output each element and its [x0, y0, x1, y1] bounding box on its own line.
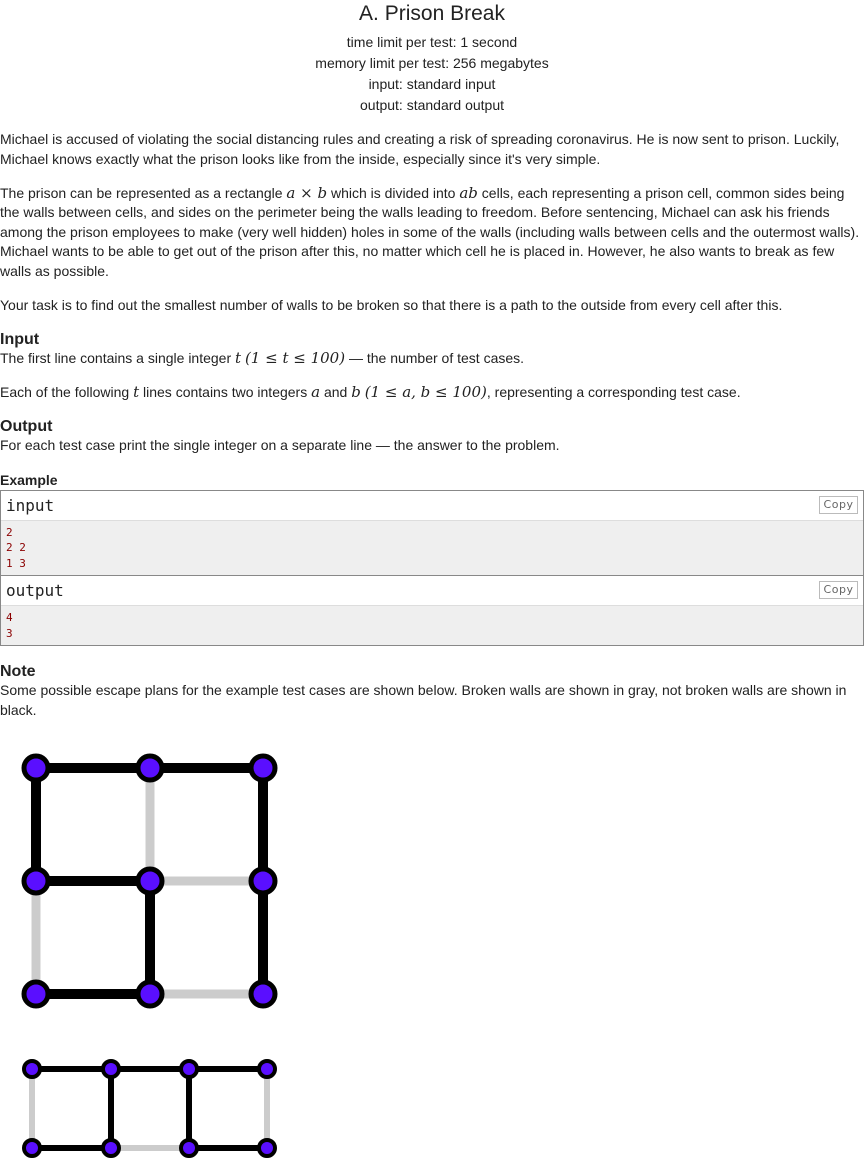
input-line-2: Each of the following t lines contains t… — [0, 383, 864, 403]
input-text: and — [320, 384, 352, 401]
input-section-title: Input — [0, 331, 40, 349]
math-formula: ab — [459, 183, 478, 202]
note-title: Note — [0, 663, 36, 681]
sample-input-body[interactable]: 2 2 2 1 3 — [1, 519, 863, 576]
note-text: Some possible escape plans for the examp… — [0, 682, 847, 718]
grid-vertex — [21, 753, 51, 783]
sample-output-header: output Copy — [1, 576, 863, 606]
input-text: Each of the following — [0, 384, 134, 401]
problem-limits: time limit per test: 1 second memory lim… — [0, 32, 864, 116]
sample-output-body[interactable]: 4 3 — [1, 605, 863, 646]
grid-vertex — [101, 1058, 121, 1079]
problem-header: A. Prison Break time limit per test: 1 s… — [0, 0, 864, 116]
escape-plan-1x3-diagram — [22, 1058, 277, 1158]
copy-output-button[interactable]: Copy — [819, 581, 858, 600]
output-section-title: Output — [0, 418, 53, 436]
sample-input-header: input Copy — [1, 490, 863, 520]
grid-vertex — [135, 753, 165, 783]
escape-plan-2x2-diagram — [21, 753, 278, 1009]
grid-vertex — [248, 866, 278, 896]
sample-output-label: output — [6, 581, 64, 601]
grid-vertex — [22, 1137, 42, 1158]
math-formula: (1 ≤ a, b ≤ 100) — [364, 383, 487, 402]
sample-input-line: 1 3 — [6, 556, 26, 570]
grid-vertex — [248, 753, 278, 783]
grid-vertex — [179, 1137, 199, 1158]
grid-vertex — [248, 979, 278, 1009]
input-text: The first line contains a single integer — [0, 350, 236, 367]
problem-statement: Michael is accused of violating the soci… — [0, 130, 864, 316]
input-type: input: standard input — [368, 76, 496, 92]
grid-vertex — [135, 979, 165, 1009]
math-formula: a — [311, 383, 321, 402]
copy-input-button[interactable]: Copy — [819, 495, 858, 514]
grid-vertex — [179, 1058, 199, 1079]
statement-paragraph-1: Michael is accused of violating the soci… — [0, 131, 840, 167]
grid-vertex — [22, 1058, 42, 1079]
input-line-1: The first line contains a single integer… — [0, 349, 864, 369]
statement-text: The prison can be represented as a recta… — [0, 184, 287, 201]
example-title: Example — [0, 471, 58, 488]
output-type: output: standard output — [360, 97, 504, 113]
note-section: Note Some possible escape plans for the … — [0, 662, 864, 1171]
math-formula: a × b — [286, 183, 328, 202]
statement-paragraph-3: Your task is to find out the smallest nu… — [0, 297, 783, 314]
statement-paragraph-2: The prison can be represented as a recta… — [0, 184, 864, 282]
math-formula: b — [351, 383, 361, 402]
output-specification: Output For each test case print the sing… — [0, 417, 864, 456]
grid-vertex — [101, 1137, 121, 1158]
sample-output-line: 3 — [6, 626, 13, 640]
grid-vertex — [21, 979, 51, 1009]
grid-vertex — [135, 866, 165, 896]
grid-vertex — [257, 1058, 277, 1079]
grid-vertex — [257, 1137, 277, 1158]
problem-title: A. Prison Break — [359, 2, 505, 25]
grid-vertex — [21, 866, 51, 896]
sample-input-line: 2 — [6, 525, 13, 539]
input-text: , representing a corresponding test case… — [486, 384, 741, 401]
sample-test: input Copy 2 2 2 1 3 output Copy 4 3 — [0, 489, 864, 647]
statement-text: which is divided into — [327, 184, 460, 201]
sample-output-line: 4 — [6, 611, 13, 625]
math-formula: t — [235, 349, 242, 368]
input-text: lines contains two integers — [139, 384, 312, 401]
example-section: Example input Copy 2 2 2 1 3 output Copy… — [0, 471, 864, 647]
time-limit: time limit per test: 1 second — [346, 34, 518, 50]
input-specification: Input The first line contains a single i… — [0, 330, 864, 403]
output-text: For each test case print the single inte… — [0, 437, 560, 454]
sample-input-line: 2 2 — [6, 541, 26, 555]
memory-limit: memory limit per test: 256 megabytes — [315, 55, 549, 71]
input-text: — the number of test cases. — [345, 350, 525, 367]
math-formula: (1 ≤ t ≤ 100) — [244, 349, 346, 368]
sample-input-label: input — [6, 495, 55, 515]
